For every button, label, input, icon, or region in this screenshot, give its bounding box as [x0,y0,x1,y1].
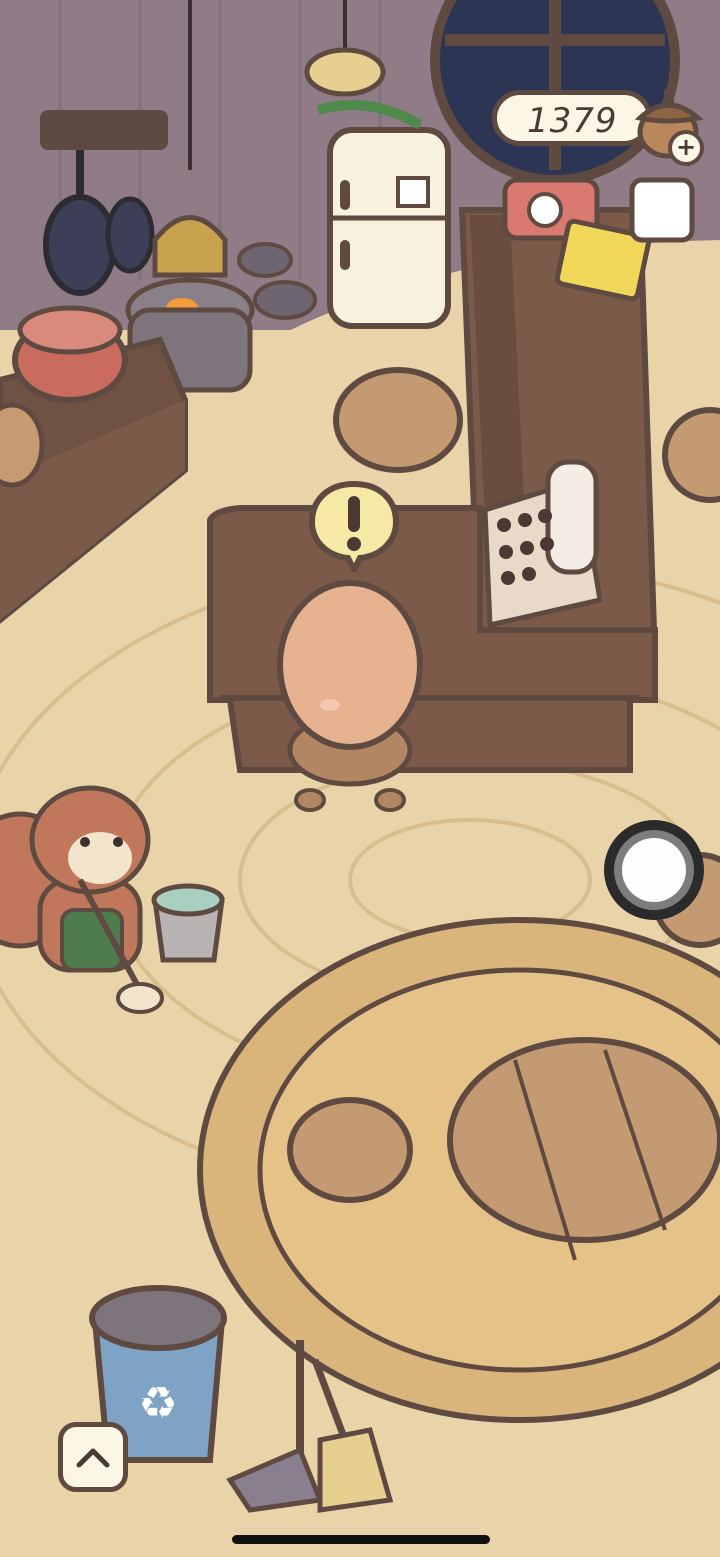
coin-count: 1379 [527,101,618,141]
expand-menu-button[interactable] [58,1422,128,1492]
chevron-up-icon [76,1448,110,1468]
joystick-knob[interactable] [622,838,686,902]
virtual-joystick[interactable] [604,820,704,920]
add-coins-button[interactable]: + [668,130,704,166]
home-indicator[interactable] [232,1535,490,1544]
game-screen: ♻ 1379 + [0,0,720,1557]
cafe-scene: ♻ [0,0,720,1557]
svg-text:♻: ♻ [138,1378,177,1429]
plus-icon: + [675,133,697,161]
exclamation-bubble-icon[interactable] [308,480,400,572]
